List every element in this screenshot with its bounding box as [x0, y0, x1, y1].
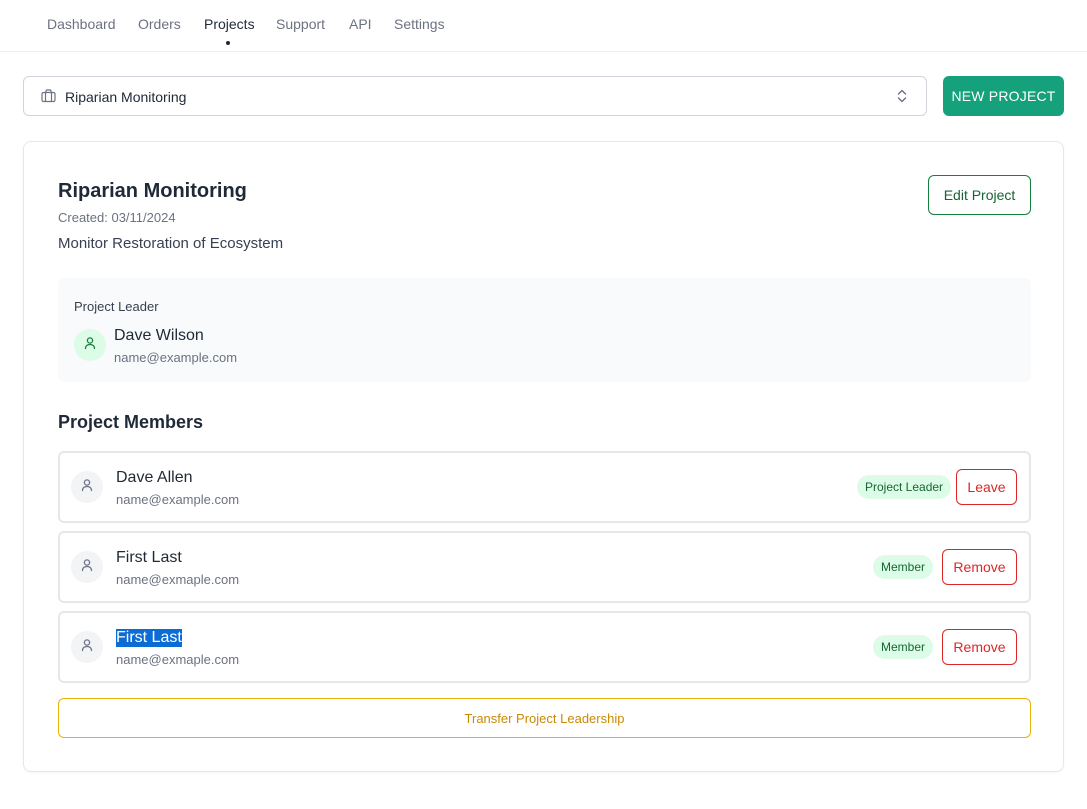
project-members-heading: Project Members	[58, 412, 204, 432]
nav-projects[interactable]: Projects	[204, 16, 255, 32]
member-name: Dave Allen	[116, 469, 193, 486]
member-avatar	[71, 631, 103, 663]
project-created-date: Created: 03/11/2024	[58, 210, 176, 225]
member-email: name@example.com	[116, 492, 240, 507]
chevron-up-down-icon	[897, 88, 907, 109]
member-row: First Last name@exmaple.com Member Remov…	[58, 611, 1031, 683]
member-row: Dave Allen name@example.com Project Lead…	[58, 451, 1031, 523]
nav-settings[interactable]: Settings	[394, 16, 445, 32]
active-nav-indicator	[226, 41, 230, 45]
member-email: name@exmaple.com	[116, 572, 240, 587]
nav-orders[interactable]: Orders	[138, 16, 181, 32]
member-email: name@exmaple.com	[116, 652, 240, 667]
member-name: First Last	[116, 549, 182, 566]
nav-support[interactable]: Support	[276, 16, 325, 32]
project-select-value: Riparian Monitoring	[65, 89, 187, 105]
project-description: Monitor Restoration of Ecosystem	[58, 235, 284, 252]
project-leader-panel: Project Leader Dave Wilson name@example.…	[58, 278, 1031, 382]
leader-name: Dave Wilson	[114, 327, 204, 344]
user-icon	[80, 638, 94, 657]
project-leader-caption: Project Leader	[74, 299, 159, 314]
project-card: Riparian Monitoring Created: 03/11/2024 …	[23, 141, 1064, 772]
member-name-selected: First Last	[116, 629, 182, 647]
nav-dashboard[interactable]: Dashboard	[47, 16, 116, 32]
user-icon	[83, 336, 97, 355]
new-project-button[interactable]: NEW PROJECT	[943, 76, 1064, 116]
role-badge: Member	[873, 555, 934, 579]
role-badge: Project Leader	[857, 475, 952, 499]
member-row: First Last name@exmaple.com Member Remov…	[58, 531, 1031, 603]
remove-button[interactable]: Remove	[942, 549, 1017, 585]
member-avatar	[71, 471, 103, 503]
leader-email: name@example.com	[114, 350, 238, 365]
top-nav: Dashboard Orders Projects Support API Se…	[0, 0, 1087, 52]
leave-button[interactable]: Leave	[956, 469, 1017, 505]
project-title: Riparian Monitoring	[58, 180, 247, 202]
role-badge: Member	[873, 635, 934, 659]
user-icon	[80, 478, 94, 497]
edit-project-button[interactable]: Edit Project	[928, 175, 1031, 215]
briefcase-icon	[41, 89, 56, 108]
leader-avatar	[74, 329, 106, 361]
transfer-leadership-button[interactable]: Transfer Project Leadership	[58, 698, 1031, 738]
member-avatar	[71, 551, 103, 583]
project-select[interactable]: Riparian Monitoring	[23, 76, 927, 116]
remove-button[interactable]: Remove	[942, 629, 1017, 665]
nav-api[interactable]: API	[349, 16, 372, 32]
user-icon	[80, 558, 94, 577]
